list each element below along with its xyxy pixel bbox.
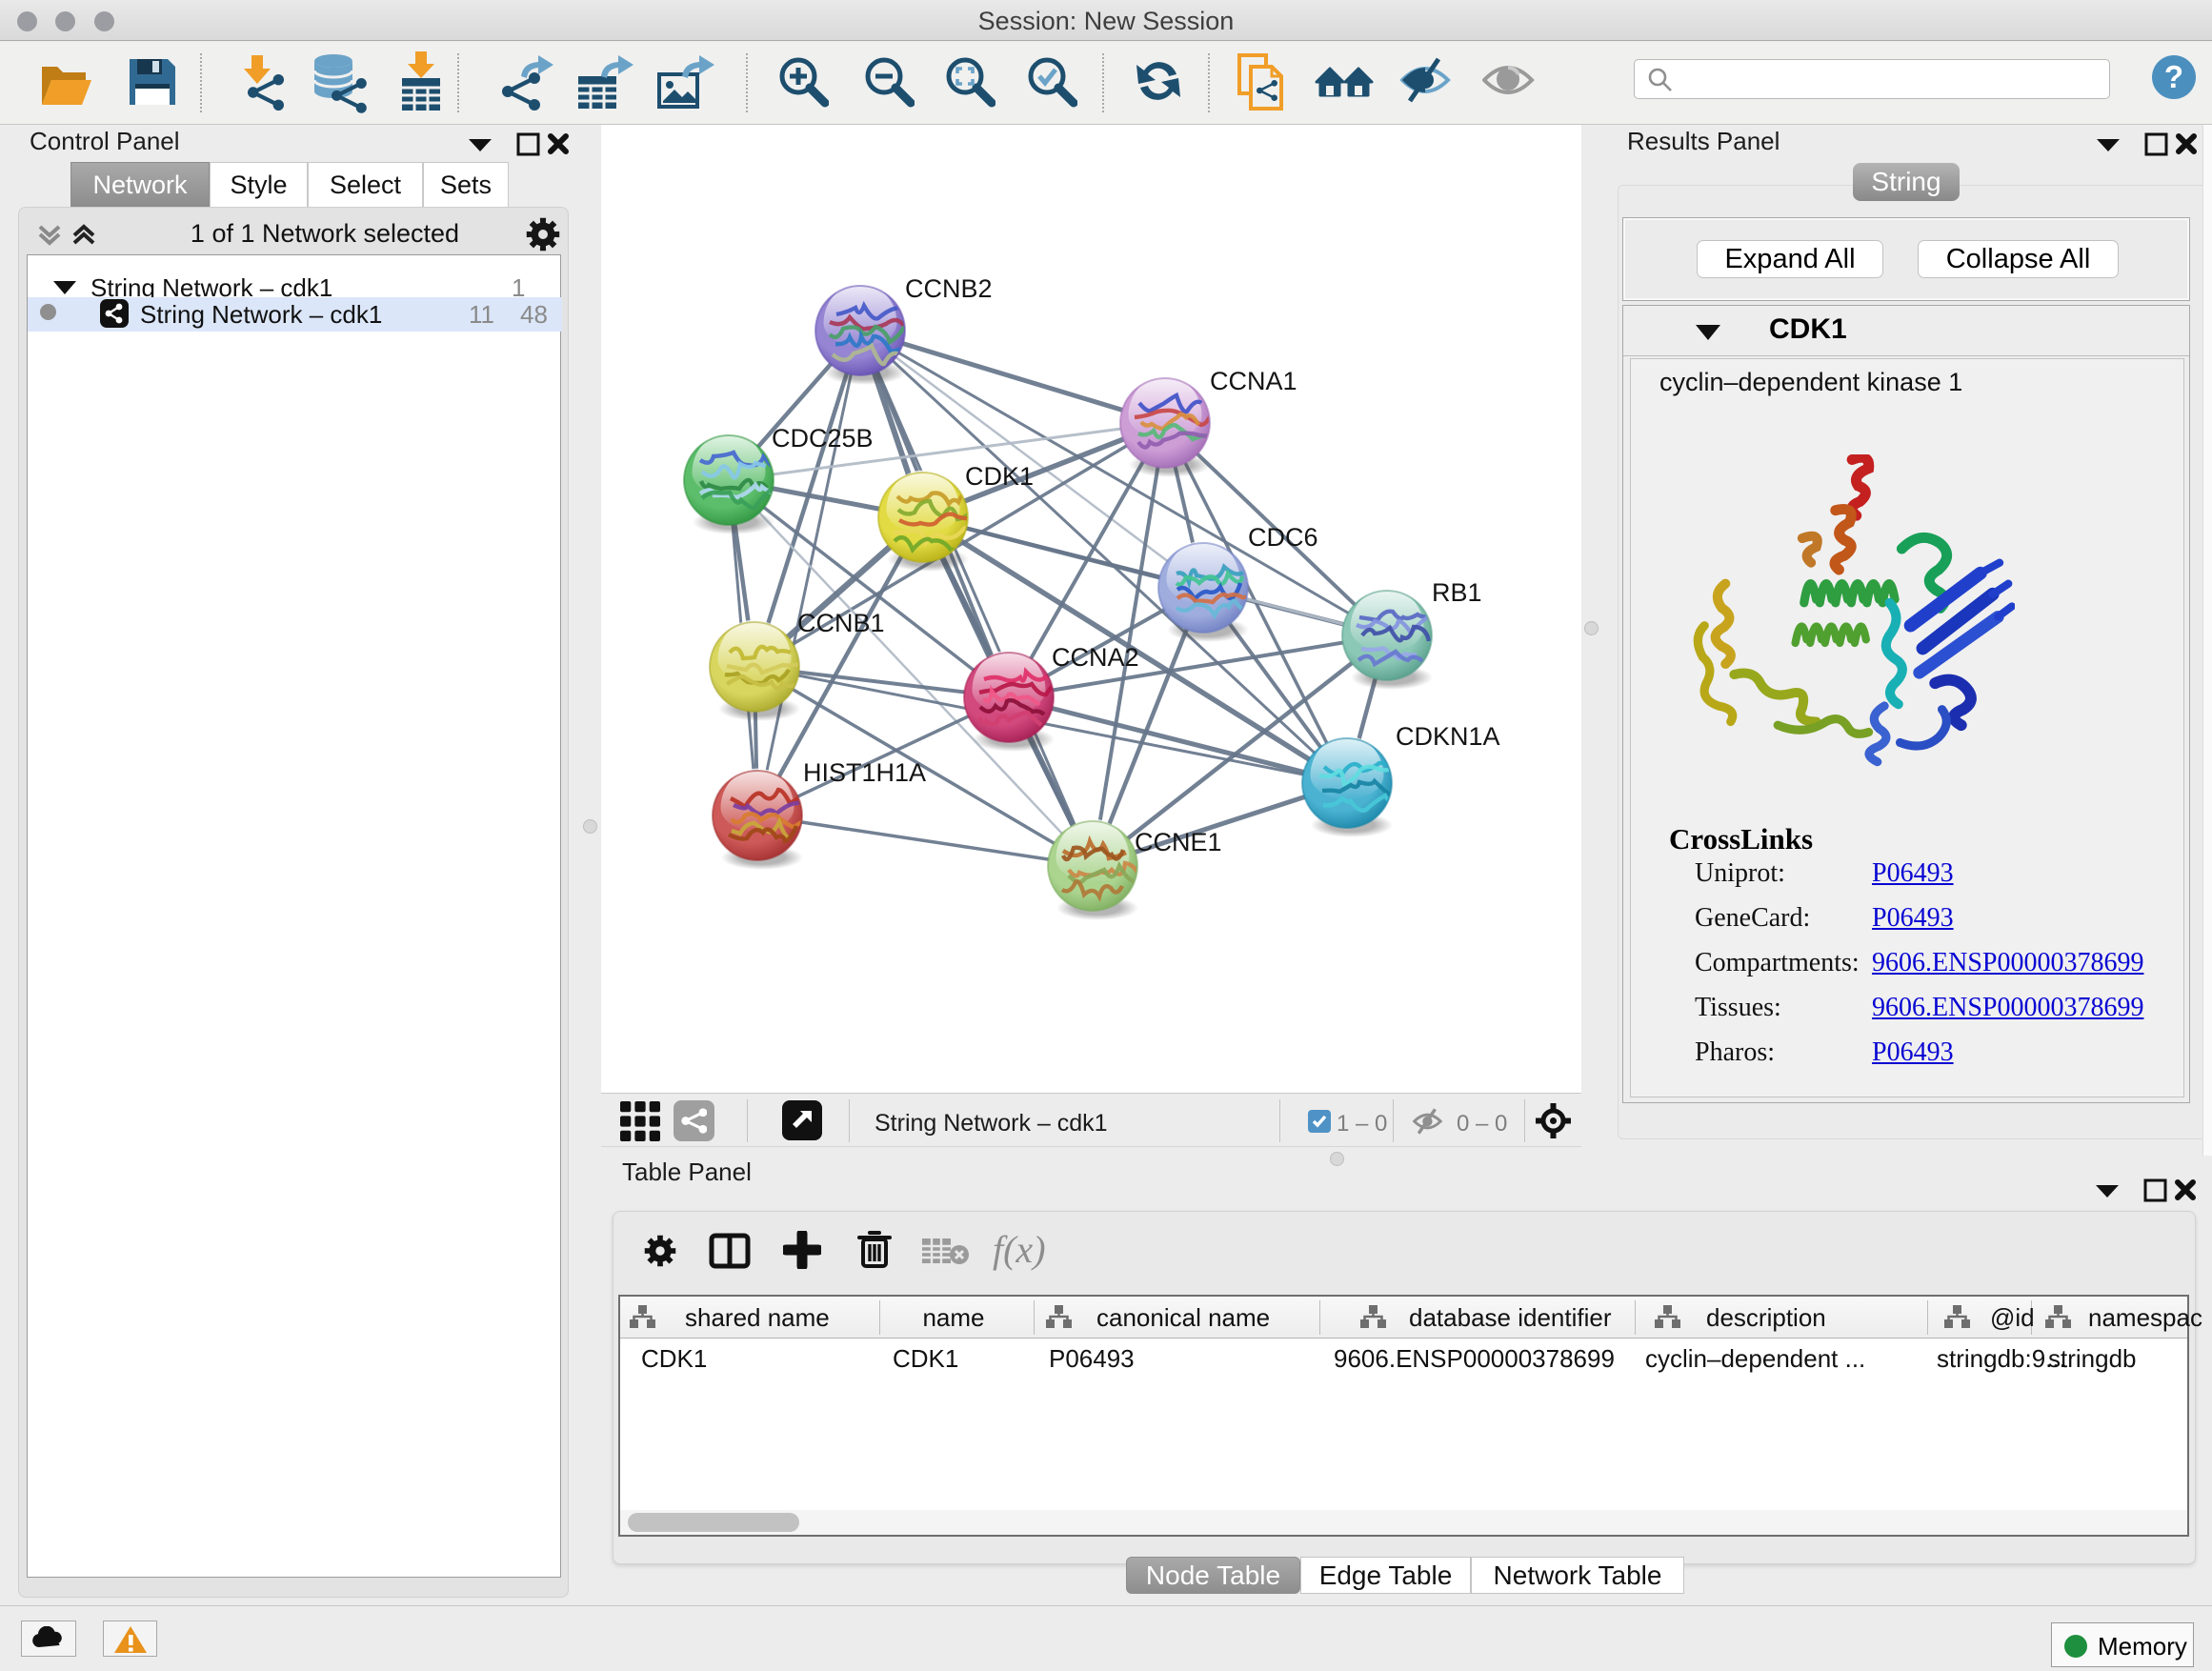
- svg-text:CCNE1: CCNE1: [1135, 828, 1222, 856]
- svg-text:CDC25B: CDC25B: [772, 424, 874, 453]
- svg-text:CDKN1A: CDKN1A: [1396, 722, 1500, 751]
- svg-text:HIST1H1A: HIST1H1A: [803, 758, 926, 787]
- svg-text:RB1: RB1: [1432, 578, 1482, 607]
- svg-text:CDC6: CDC6: [1248, 523, 1318, 552]
- svg-text:CCNB2: CCNB2: [905, 274, 993, 303]
- svg-text:CCNB1: CCNB1: [797, 609, 885, 637]
- svg-text:CDK1: CDK1: [965, 462, 1034, 491]
- svg-text:CCNA2: CCNA2: [1052, 643, 1139, 672]
- svg-text:CCNA1: CCNA1: [1210, 367, 1297, 395]
